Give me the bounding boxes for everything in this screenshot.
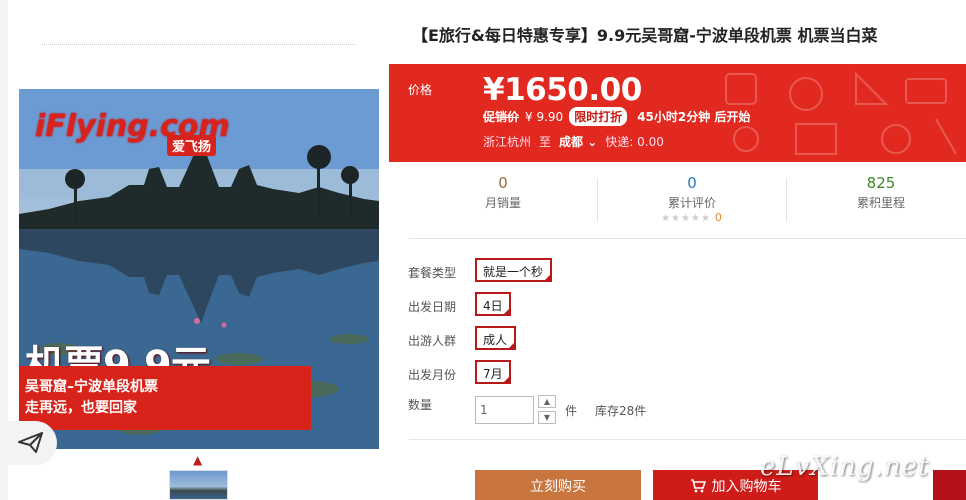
thumbnail-image[interactable] — [169, 470, 228, 500]
package-option[interactable]: 就是一个秒 — [475, 258, 552, 282]
buy-now-button[interactable]: 立刻购买 — [475, 470, 641, 500]
favorite-button[interactable] — [933, 470, 966, 500]
price-label: 价格 — [408, 83, 433, 97]
promo-price: ¥ 9.90 — [525, 109, 564, 124]
stats-bar: 0 月销量 0 累计评价 ★★★★★ 0 825 累积里程 — [409, 174, 966, 232]
mileage-label: 累积里程 — [856, 196, 905, 210]
divider — [42, 44, 355, 45]
origin-city: 浙江杭州 — [483, 135, 532, 149]
mileage-stat: 825 累积里程 — [791, 174, 966, 211]
traveler-option[interactable]: 成人 — [475, 326, 516, 350]
divider — [409, 238, 966, 239]
share-button[interactable] — [5, 421, 57, 465]
monthly-sales-value: 0 — [498, 174, 508, 192]
quantity-input[interactable]: 1 — [475, 396, 534, 424]
quantity-unit: 件 — [565, 404, 578, 418]
cart-icon — [690, 479, 706, 493]
traveler-label: 出游人群 — [408, 334, 457, 348]
divider — [786, 178, 787, 222]
to-text: 至 — [539, 135, 552, 149]
product-page: iFlying.com 爱飞扬 机票9.9元 吴哥窟–宁波单段机票 走再远，也要… — [0, 0, 966, 500]
quantity-decrease-button[interactable]: ▼ — [538, 411, 556, 424]
chevron-up-icon: ▲ — [543, 397, 551, 406]
promo-label: 促销价 — [483, 110, 520, 124]
month-option[interactable]: 7月 — [475, 360, 511, 384]
destination-select[interactable]: 成都 ⌄ — [559, 133, 597, 150]
price-panel: 价格 ¥1650.00 促销价 ¥ 9.90 限时打折 45小时2分钟 后开始 … — [389, 64, 966, 162]
promo-line-2: 走再远，也要回家 — [25, 400, 137, 416]
reviews-label: 累计评价 — [667, 196, 716, 210]
promo-price-row: 促销价 ¥ 9.90 限时打折 45小时2分钟 后开始 — [483, 107, 750, 126]
stock-text: 库存28件 — [595, 404, 647, 418]
mileage-value: 825 — [866, 174, 896, 192]
promo-line-1: 吴哥窟–宁波单段机票 — [25, 379, 158, 395]
chevron-up-icon[interactable]: ▲ — [193, 453, 202, 467]
monthly-sales-stat: 0 月销量 — [413, 174, 593, 211]
package-label: 套餐类型 — [408, 266, 457, 280]
monthly-sales-label: 月销量 — [484, 196, 521, 210]
discount-badge: 限时打折 — [569, 107, 628, 126]
product-title: 【E旅行&每日特惠专享】9.9元吴哥窟-宁波单段机票 机票当白菜 — [412, 26, 878, 45]
promo-banner: 吴哥窟–宁波单段机票 走再远，也要回家 — [19, 366, 311, 430]
date-label: 出发日期 — [408, 300, 457, 314]
date-option[interactable]: 4日 — [475, 292, 511, 316]
quantity-increase-button[interactable]: ▲ — [538, 395, 556, 408]
month-label: 出发月份 — [408, 368, 457, 382]
divider — [597, 178, 598, 222]
chevron-down-icon: ⌄ — [587, 135, 598, 149]
reviews-stat[interactable]: 0 累计评价 ★★★★★ 0 — [602, 174, 782, 224]
shipping-row: 浙江杭州 至 成都 ⌄ 快递: 0.00 — [483, 133, 664, 150]
logo-cn-badge: 爱飞扬 — [167, 135, 217, 156]
reviews-value: 0 — [687, 174, 697, 192]
divider — [409, 439, 966, 440]
countdown-text: 45小时2分钟 后开始 — [637, 110, 751, 124]
watermark: eLvXing.net — [760, 452, 930, 482]
rating-count: 0 — [714, 211, 723, 224]
product-main-image[interactable]: iFlying.com 爱飞扬 机票9.9元 吴哥窟–宁波单段机票 走再远，也要… — [19, 89, 379, 449]
star-icons: ★★★★★ — [661, 213, 711, 224]
chevron-down-icon: ▼ — [543, 413, 551, 422]
rating-stars: ★★★★★ 0 — [602, 211, 782, 224]
paper-plane-icon — [18, 432, 43, 453]
price-value: ¥1650.00 — [483, 72, 642, 108]
shipping-fee: 快递: 0.00 — [605, 135, 664, 149]
quantity-label: 数量 — [408, 398, 433, 412]
